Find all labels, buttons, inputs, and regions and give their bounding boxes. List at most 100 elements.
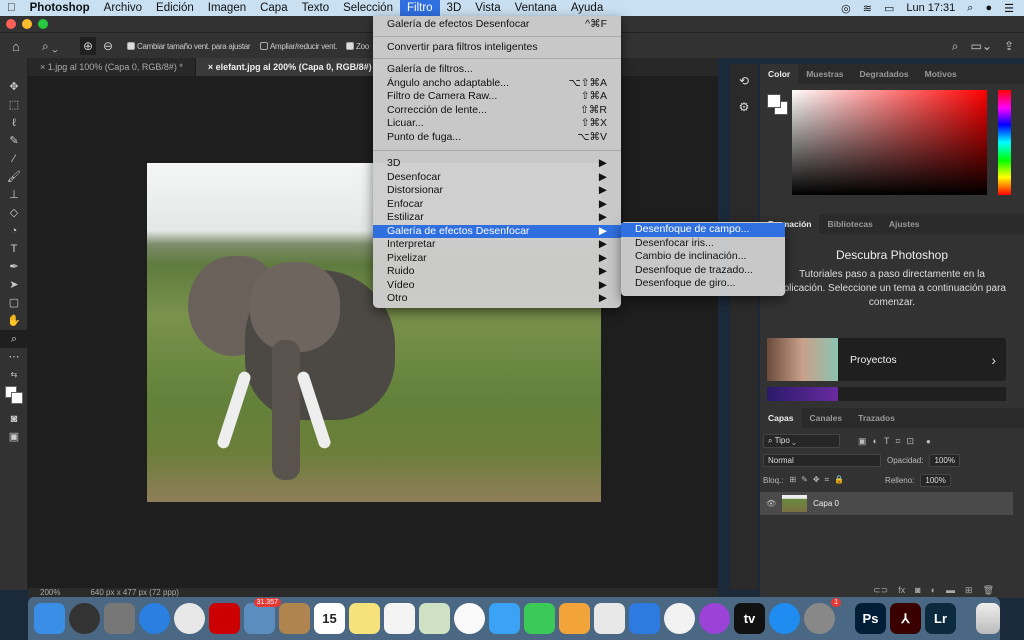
dock-music-icon[interactable] (664, 603, 695, 634)
dock-system-preferences-icon[interactable]: 1 (804, 598, 841, 634)
menu-item-3d[interactable]: 3D ▶ (373, 157, 621, 171)
eyedropper-tool-icon[interactable]: ⁄ (0, 150, 28, 168)
resize-windows-checkbox[interactable]: Cambiar tamaño vent. para ajustar (127, 33, 251, 59)
tab-elefant-jpg[interactable]: × elefant.jpg al 200% (Capa 0, RGB/8#) * (195, 58, 391, 76)
zoom-tool-preset-icon[interactable]: ⌕ ⌄ (42, 33, 58, 59)
link-layers-icon[interactable]: ⊂⊃ (873, 585, 888, 596)
menu-item-iris-blur[interactable]: Desenfocar iris... (621, 237, 785, 251)
zoom-window-button[interactable] (38, 19, 48, 29)
lasso-tool-icon[interactable]: ℓ (0, 114, 28, 132)
dock-reminders-icon[interactable] (384, 603, 415, 634)
hue-slider[interactable] (998, 90, 1011, 195)
menu-item-interpretar[interactable]: Interpretar ▶ (373, 238, 621, 252)
menu-item-vanishing-point[interactable]: Punto de fuga... ⌥⌘V (373, 131, 621, 145)
tab-bibliotecas[interactable]: Bibliotecas (819, 214, 880, 234)
dock-calendar-icon[interactable]: 15 (314, 603, 345, 634)
dock-notes-icon[interactable] (349, 603, 380, 634)
dock-numbers-icon[interactable] (594, 603, 625, 634)
dock-keynote-icon[interactable] (629, 603, 660, 634)
new-layer-icon[interactable]: ⊞ (965, 585, 973, 596)
menu-ventana[interactable]: Ventana (508, 0, 564, 16)
dock-trash-icon[interactable] (976, 603, 1000, 634)
stamp-tool-icon[interactable]: ⊥ (0, 186, 28, 204)
close-tab-icon[interactable]: × (40, 62, 48, 72)
layer-row[interactable]: 👁 Capa 0 (760, 492, 1013, 515)
menu-item-camera-raw[interactable]: Filtro de Camera Raw... ⇧⌘A (373, 90, 621, 104)
tab-trazados[interactable]: Trazados (850, 408, 903, 428)
share-icon[interactable]: ⇪ (1004, 39, 1014, 54)
search-icon[interactable]: ⌕ (952, 39, 959, 54)
home-icon[interactable]: ⌂ (12, 33, 20, 59)
swap-colors-icon[interactable]: ⇆ (0, 366, 28, 384)
foreground-background-color[interactable] (0, 384, 28, 410)
menu-imagen[interactable]: Imagen (201, 0, 253, 16)
menu-ayuda[interactable]: Ayuda (564, 0, 610, 16)
opacity-input[interactable]: 100% (929, 453, 960, 467)
adjustment-icon[interactable]: ◐ (931, 585, 936, 596)
menu-vista[interactable]: Vista (468, 0, 507, 16)
fill-input[interactable]: 100% (920, 473, 951, 487)
trash-icon[interactable]: 🗑 (983, 585, 994, 596)
path-selection-tool-icon[interactable]: ➤ (0, 276, 28, 294)
dock-maps-icon[interactable] (419, 603, 450, 634)
menu-item-spin-blur[interactable]: Desenfoque de giro... (621, 277, 785, 291)
dock-pages-icon[interactable] (559, 603, 590, 634)
blend-mode-select[interactable]: Normal (763, 453, 881, 467)
workspace-icon[interactable]: ▭⌄ (971, 39, 992, 54)
close-window-button[interactable] (6, 19, 16, 29)
quick-mask-icon[interactable]: ◙ (0, 410, 28, 428)
menu-3d[interactable]: 3D (440, 0, 469, 16)
marquee-tool-icon[interactable]: ⬚ (0, 96, 28, 114)
menu-app[interactable]: Photoshop (23, 0, 97, 16)
menu-item-path-blur[interactable]: Desenfoque de trazado... (621, 264, 785, 278)
menu-capa[interactable]: Capa (253, 0, 295, 16)
menu-item-otro[interactable]: Otro ▶ (373, 292, 621, 306)
close-tab-icon[interactable]: × (208, 62, 216, 72)
dock-messages-icon[interactable] (489, 603, 520, 634)
tab-muestras[interactable]: Muestras (798, 64, 851, 84)
menu-item-ruido[interactable]: Ruido ▶ (373, 265, 621, 279)
quick-selection-tool-icon[interactable]: ✎ (0, 132, 28, 150)
projects-card[interactable]: Proyectos › (767, 338, 1006, 381)
mask-icon[interactable]: ◙ (915, 585, 920, 596)
color-field[interactable] (792, 90, 987, 195)
tab-ajustes[interactable]: Ajustes (881, 214, 928, 234)
tab-color[interactable]: Color (760, 64, 799, 84)
menu-filtro[interactable]: Filtro (399, 0, 440, 16)
tab-motivos[interactable]: Motivos (917, 64, 965, 84)
folder-icon[interactable]: ▬ (946, 585, 955, 596)
brush-tool-icon[interactable]: 🖌 (0, 168, 28, 186)
menu-item-filter-gallery[interactable]: Galería de filtros... (373, 63, 621, 77)
dock-contacts-icon[interactable] (279, 603, 310, 634)
shape-tool-icon[interactable]: ▢ (0, 294, 28, 312)
zoom-tool-icon[interactable]: ⌕ (0, 330, 28, 348)
tab-degradados[interactable]: Degradados (852, 64, 917, 84)
siri-icon[interactable]: ● (985, 2, 992, 14)
menu-item-enfocar[interactable]: Enfocar ▶ (373, 198, 621, 212)
dock-acrobat-dc-icon[interactable]: ⅄ (890, 603, 921, 634)
dock-chrome-icon[interactable] (174, 603, 205, 634)
type-tool-icon[interactable]: T (0, 240, 28, 258)
clock[interactable]: Lun 17:31 (906, 2, 955, 14)
dock-launchpad-icon[interactable] (104, 603, 135, 634)
menu-item-liquify[interactable]: Licuar... ⇧⌘X (373, 117, 621, 131)
dock-lightroom-icon[interactable]: Lr (925, 603, 956, 634)
menu-item-field-blur[interactable]: Desenfoque de campo... (621, 223, 785, 237)
dock-apple-tv-icon[interactable]: tv (734, 603, 765, 634)
move-tool-icon[interactable]: ✥ (0, 78, 28, 96)
menu-item-desenfocar[interactable]: Desenfocar ▶ (373, 171, 621, 185)
dock-finder-icon[interactable] (34, 603, 65, 634)
fx-icon[interactable]: fx (898, 585, 905, 596)
dodge-tool-icon[interactable]: ◔ (0, 222, 28, 240)
tab-canales[interactable]: Canales (802, 408, 851, 428)
tutorial-card[interactable] (767, 387, 1006, 401)
menu-item-adaptive-wide-angle[interactable]: Ángulo ancho adaptable... ⌥⇧⌘A (373, 77, 621, 91)
zoom-out-button[interactable]: ⊖ (103, 33, 113, 59)
layer-filter-icons[interactable]: ▣◐T⌗⊡ (858, 436, 920, 447)
menu-item-blur-gallery[interactable]: Galería de efectos Desenfocar ▶ (373, 224, 621, 238)
minimize-window-button[interactable] (22, 19, 32, 29)
visibility-eye-icon[interactable]: 👁 (766, 499, 776, 508)
filter-toggle[interactable]: ● (926, 437, 931, 446)
menu-item-last-filter[interactable]: Galería de efectos Desenfocar ^⌘F (373, 18, 621, 32)
creative-cloud-icon[interactable]: ◎ (841, 2, 851, 15)
